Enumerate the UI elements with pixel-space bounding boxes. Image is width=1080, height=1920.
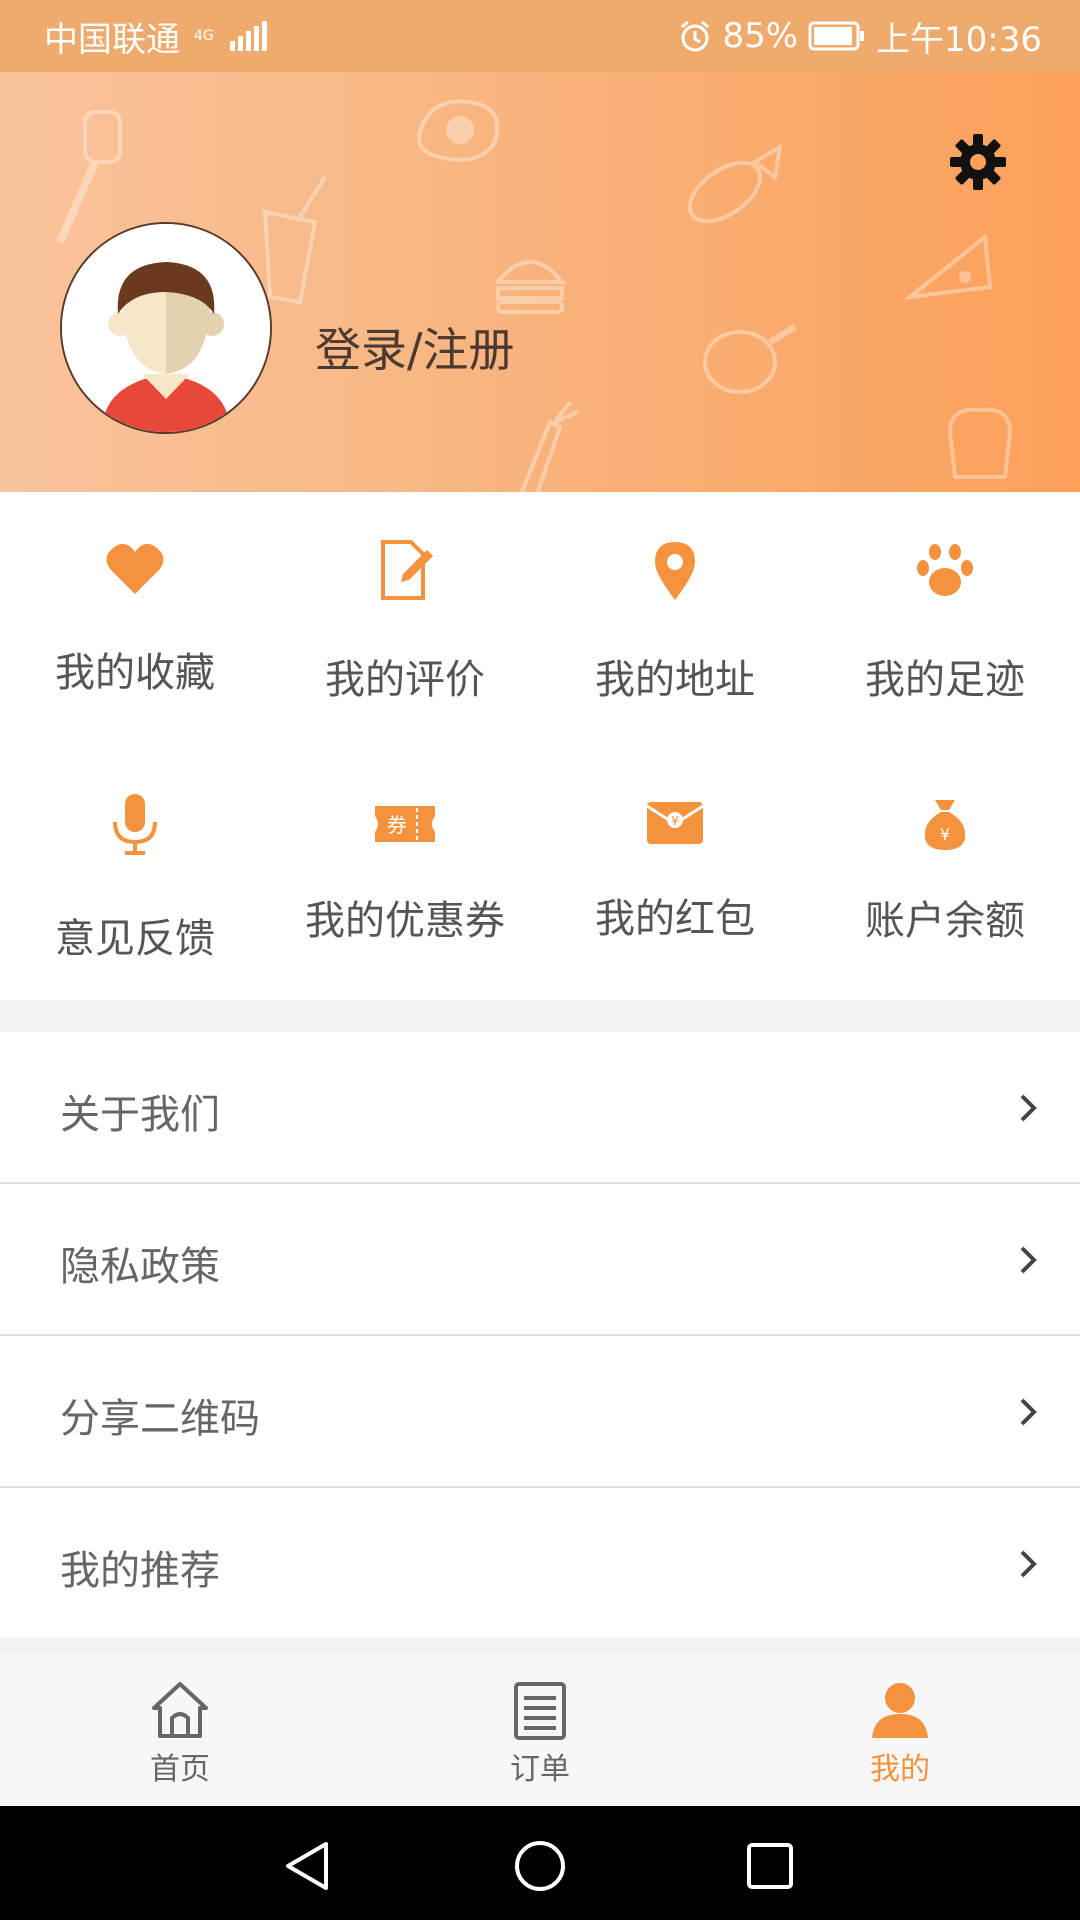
grid-label: 我的收藏 (55, 650, 215, 696)
back-icon[interactable] (278, 1836, 338, 1896)
carrier-name: 中国联通 (44, 19, 180, 60)
menu-item-label: 关于我们 (60, 1092, 220, 1138)
svg-text:¥: ¥ (940, 825, 950, 844)
grid-label: 我的优惠券 (305, 898, 505, 944)
tab-label: 我的 (870, 1752, 930, 1787)
network-type: 4G (194, 28, 214, 44)
menu-item-label: 隐私政策 (60, 1244, 220, 1290)
grid-item-coupons[interactable]: 券 我的优惠券 (270, 746, 540, 1000)
status-right: 85% 上午10:36 (678, 12, 1042, 61)
grid-label: 我的地址 (595, 657, 755, 703)
battery-icon (808, 21, 866, 51)
microphone-icon (113, 794, 157, 855)
grid-item-footprints[interactable]: 我的足迹 (810, 492, 1080, 746)
menu-item-privacy-policy[interactable]: 隐私政策 (0, 1184, 1080, 1336)
toast-doodle-icon (947, 407, 1013, 479)
status-bar: 中国联通 4G 85% 上午10:36 (0, 0, 1080, 72)
orders-icon (514, 1682, 566, 1740)
system-nav-bar (0, 1806, 1080, 1920)
drink-doodle-icon (262, 175, 327, 305)
heart-icon (106, 543, 164, 594)
money-bag-icon: ¥ (924, 800, 966, 850)
alarm-icon (678, 19, 712, 53)
grid-item-favorites[interactable]: 我的收藏 (0, 492, 270, 746)
chevron-right-icon (1020, 1246, 1037, 1274)
signal-icon (229, 21, 267, 51)
section-divider (0, 1000, 1080, 1032)
shortcut-grid: 我的收藏 我的评价 我的地址 我的足迹 意见反馈 券 我的优惠券 ¥ 我的红包 … (0, 492, 1080, 1000)
settings-menu: 关于我们 隐私政策 分享二维码 我的推荐 (0, 1032, 1080, 1638)
menu-item-my-referrals[interactable]: 我的推荐 (0, 1488, 1080, 1638)
login-register-link[interactable]: 登录/注册 (315, 314, 515, 380)
grid-label: 我的评价 (325, 657, 485, 703)
svg-text:券: 券 (387, 813, 407, 837)
profile-icon (872, 1683, 928, 1738)
status-left: 中国联通 4G (44, 12, 267, 61)
location-pin-icon (655, 542, 695, 600)
grid-item-reviews[interactable]: 我的评价 (270, 492, 540, 746)
carrot-doodle-icon (519, 402, 579, 492)
tab-home[interactable]: 首页 (80, 1654, 280, 1806)
edit-document-icon (381, 540, 433, 600)
user-avatar-icon (62, 224, 270, 432)
menu-item-share-qr[interactable]: 分享二维码 (0, 1336, 1080, 1488)
coupon-icon: 券 (375, 806, 435, 842)
home-circle-icon[interactable] (510, 1836, 570, 1896)
grid-item-address[interactable]: 我的地址 (540, 492, 810, 746)
tab-orders[interactable]: 订单 (440, 1654, 640, 1806)
avatar[interactable] (60, 222, 272, 434)
battery-percent: 85% (722, 16, 799, 56)
paw-icon (917, 544, 973, 596)
home-icon (152, 1682, 208, 1738)
recents-icon[interactable] (740, 1836, 800, 1896)
red-envelope-icon: ¥ (646, 802, 704, 844)
grid-label: 我的足迹 (865, 657, 1025, 703)
fish-doodle-icon (687, 143, 783, 224)
pizza-doodle-icon (905, 233, 993, 300)
menu-item-label: 我的推荐 (60, 1548, 220, 1594)
grid-label: 账户余额 (865, 898, 1025, 944)
burger-doodle-icon (493, 260, 567, 314)
drumstick-doodle-icon (703, 324, 797, 394)
svg-text:¥: ¥ (671, 814, 679, 828)
grid-item-feedback[interactable]: 意见反馈 (0, 746, 270, 1000)
menu-item-label: 分享二维码 (60, 1396, 260, 1442)
tab-label: 首页 (150, 1752, 210, 1787)
bottom-tab-bar: 首页 订单 我的 (0, 1654, 1080, 1806)
profile-header: 登录/注册 (0, 72, 1080, 492)
tab-profile[interactable]: 我的 (800, 1654, 1000, 1806)
menu-item-about-us[interactable]: 关于我们 (0, 1032, 1080, 1184)
grid-label: 意见反馈 (55, 916, 215, 962)
chevron-right-icon (1020, 1094, 1037, 1122)
grid-label: 我的红包 (595, 896, 755, 942)
chevron-right-icon (1020, 1398, 1037, 1426)
section-divider (0, 1638, 1080, 1654)
egg-doodle-icon (417, 99, 500, 162)
grid-item-red-envelope[interactable]: ¥ 我的红包 (540, 746, 810, 1000)
gear-icon (950, 134, 1006, 190)
tab-label: 订单 (510, 1752, 570, 1787)
chevron-right-icon (1020, 1550, 1037, 1578)
clock-time: 上午10:36 (876, 19, 1042, 60)
settings-button[interactable] (948, 132, 1008, 192)
grid-item-balance[interactable]: ¥ 账户余额 (810, 746, 1080, 1000)
